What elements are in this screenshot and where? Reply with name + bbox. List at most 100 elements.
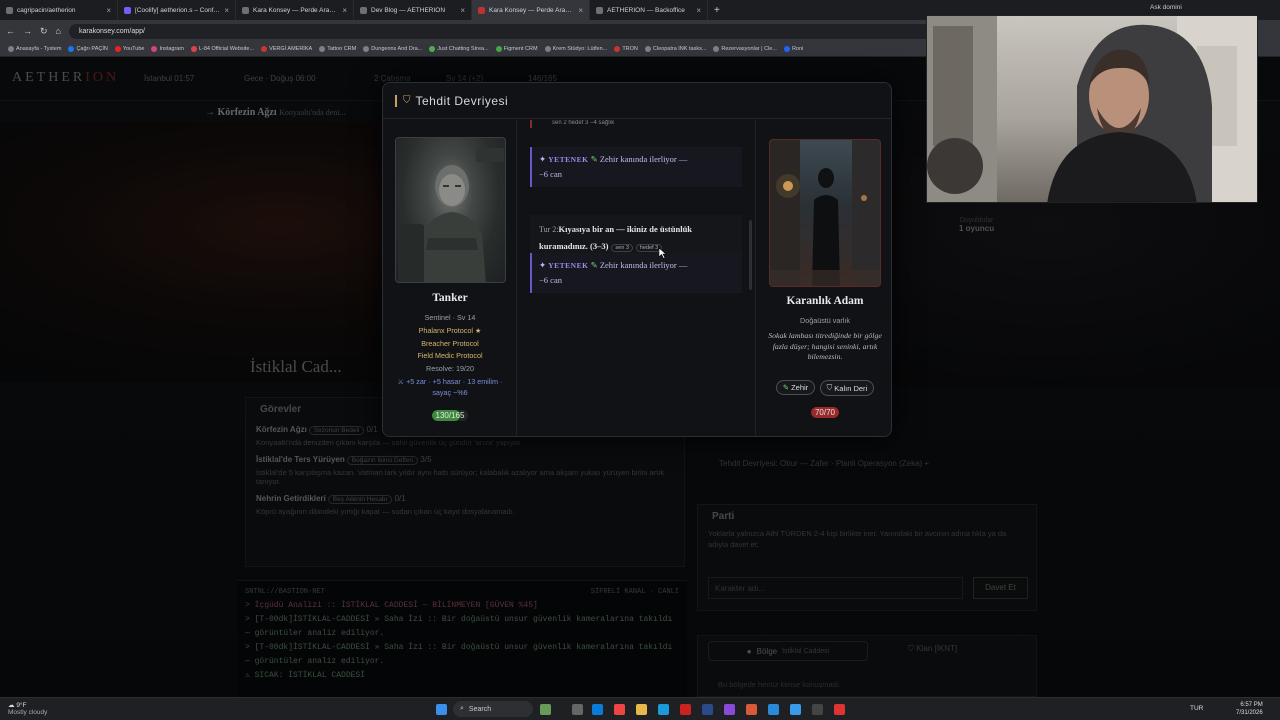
shield-icon: ⛉ [826,383,833,392]
bookmark-item[interactable]: Just Chatting Strea... [429,46,489,52]
log-entry-skill: ✦ YETENEK ✎ Zehir kanında ilerliyor — −6 … [530,147,742,187]
profile-label[interactable]: Ask domini [1150,4,1182,11]
youtube-icon [114,46,121,52]
shield-icon: ⛉ [403,95,411,106]
taskbar-search[interactable]: ⌕ Search [453,701,533,717]
app-icon[interactable] [790,704,801,715]
protocol-item: Field Medic Protocol [417,351,483,360]
site-icon [360,6,367,14]
browser-tab[interactable]: Dev Blog — AETHERION × [354,0,472,20]
instagram-icon [151,46,158,52]
bookmark-item[interactable]: Dungeons And Dra... [363,46,422,52]
url-input[interactable]: karakonsey.com/app/ [68,23,974,39]
log-entry-fragment: sen 2 hedef 3 −4 sağlık [530,120,742,128]
bookmark-item[interactable]: Roni [783,46,803,52]
trait-poison: ✎ Zehir [775,380,816,395]
language-indicator[interactable]: TUR [1190,705,1203,712]
bookmark-icon [713,46,720,52]
bookmark-item[interactable]: Rezervasyonlar | Cle... [713,46,777,52]
bookmark-item[interactable]: Figment CRM [495,46,538,52]
bookmark-icon [190,46,197,52]
edge-icon[interactable] [592,704,603,715]
resolve-stat: Resolve: 19/20 [426,364,474,373]
app-icon[interactable] [834,704,845,715]
forward-icon[interactable]: → [23,26,32,36]
weather-widget[interactable]: ☁ 9°F Mostly cloudy [8,702,47,716]
close-icon[interactable]: × [578,6,583,15]
site-icon [596,6,603,14]
close-icon[interactable]: × [460,6,465,15]
steam-icon[interactable] [702,704,713,715]
site-icon [242,6,249,14]
protocol-item: Phalanx Protocol ★ [418,326,482,335]
sparkle-icon: ✦ [539,260,547,270]
poison-icon: ✎ [782,383,790,392]
bookmark-icon [319,46,326,52]
browser-tab[interactable]: cagripacin/aetherion × [0,0,118,20]
roll-chip-you: sen 3 [611,244,633,252]
close-icon[interactable]: × [106,6,111,15]
enemy-portrait [769,139,881,287]
task-view-icon[interactable] [572,704,583,715]
home-icon[interactable]: ⌂ [56,26,61,36]
combat-bonuses: ⚔ +5 zar · +5 hasar · 13 emilim · sayaç … [397,377,503,397]
explorer-icon[interactable] [636,704,647,715]
close-icon[interactable]: × [342,6,347,15]
player-hp-bar: 130/165 [432,410,468,421]
close-icon[interactable]: × [696,6,701,15]
bookmark-icon [544,46,551,52]
bookmark-icon [8,46,14,52]
coolify-icon [124,6,131,14]
browser-tab-active[interactable]: Kara Konsey — Perde Arabirimi × [472,0,590,20]
app-icon[interactable] [768,704,779,715]
facebook-icon [68,46,75,52]
browser-tab[interactable]: Kara Konsey — Perde Arabirimi × [236,0,354,20]
browser-tab[interactable]: AETHERION — Backoffice × [590,0,708,20]
bookmark-item[interactable]: Krem Stüdyo: Lütfen... [544,46,607,52]
chrome-icon[interactable] [614,704,625,715]
player-class: Sentinel · Sv 14 [424,313,476,322]
sparkle-icon: ✦ [539,154,547,164]
bookmark-icon [429,46,436,52]
bookmark-item[interactable]: Instagram [151,46,184,52]
bookmark-item[interactable]: L-84 Official Website... [190,46,254,52]
trait-thick-skin: ⛉ Kalın Deri [819,380,875,396]
bookmark-item[interactable]: Çağrı PAÇİN [68,46,108,52]
bookmark-icon [644,46,651,52]
reload-icon[interactable]: ↻ [40,26,48,37]
bookmark-item[interactable]: VERGİ AMERİKA [261,46,312,52]
site-icon [478,6,485,14]
bookmark-item[interactable]: YouTube [114,46,144,52]
poison-icon: ✎ [590,154,598,164]
app-icon[interactable] [680,704,691,715]
player-name: Tanker [432,292,468,304]
webcam-overlay [926,15,1258,203]
app-icon[interactable] [724,704,735,715]
bookmark-icon [363,46,370,52]
enemy-name: Karanlık Adam [786,295,864,307]
mouse-cursor [659,248,667,259]
bookmark-icon [495,46,502,52]
bookmark-icon [783,46,790,52]
bookmark-icon [614,46,621,52]
skype-icon[interactable] [658,704,669,715]
threat-patrol-modal: ⛉ Tehdit Devriyesi Tanker Sentinel · Sv … [382,82,892,437]
bookmark-item[interactable]: Tattoo CRM [319,46,356,52]
combat-log: sen 2 hedef 3 −4 sağlık ✦ YETENEK ✎ Zehi… [518,120,756,436]
clock[interactable]: 6:57 PM 7/31/2026 [1236,701,1263,717]
bookmark-item[interactable]: Cleopatra INK tasks... [644,46,706,52]
terminal-icon[interactable] [812,704,823,715]
weather-icon: ☁ [8,702,15,709]
new-tab-button[interactable]: + [714,5,720,16]
player-portrait [395,137,506,283]
windows-taskbar: ☁ 9°F Mostly cloudy ⌕ Search TUR 6:57 PM 7/… [0,697,1280,720]
log-scrollbar[interactable] [749,220,752,290]
browser-tab[interactable]: [Coolify] aetherion.s – Configu × [118,0,236,20]
app-icon[interactable] [746,704,757,715]
start-icon[interactable] [436,704,447,715]
bookmark-item[interactable]: Anasayfa - Tystem [8,46,61,52]
close-icon[interactable]: × [224,6,229,15]
back-icon[interactable]: ← [6,26,15,36]
bookmark-item[interactable]: TRON [614,46,638,52]
app-icon[interactable] [540,704,551,715]
